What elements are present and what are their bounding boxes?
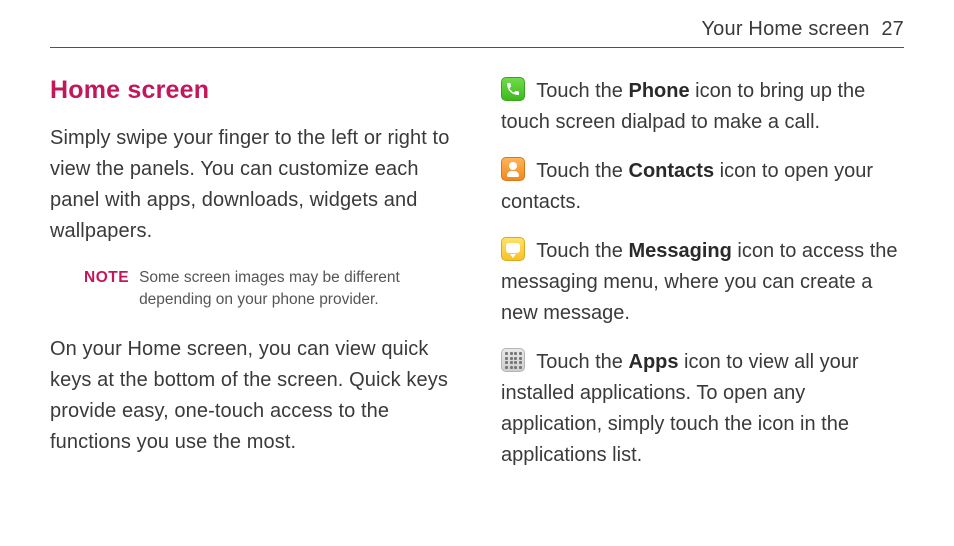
entry-text-lead: Touch the bbox=[536, 240, 628, 262]
entry-text-bold: Contacts bbox=[629, 160, 715, 182]
left-column: Home screen Simply swipe your finger to … bbox=[50, 76, 453, 489]
contacts-icon bbox=[501, 157, 525, 181]
entry-messaging: Touch the Messaging icon to access the m… bbox=[501, 236, 904, 329]
quickkeys-paragraph: On your Home screen, you can view quick … bbox=[50, 334, 453, 458]
page-header: Your Home screen 27 bbox=[50, 18, 904, 48]
note-text: Some screen images may be different depe… bbox=[139, 267, 453, 312]
entry-text-lead: Touch the bbox=[536, 351, 628, 373]
note-label: NOTE bbox=[84, 267, 129, 312]
entry-text-bold: Messaging bbox=[629, 240, 732, 262]
entry-text-bold: Phone bbox=[629, 80, 690, 102]
phone-icon bbox=[501, 77, 525, 101]
entry-contacts: Touch the Contacts icon to open your con… bbox=[501, 156, 904, 218]
intro-paragraph: Simply swipe your finger to the left or … bbox=[50, 123, 453, 247]
header-page-number: 27 bbox=[881, 18, 904, 40]
entry-text-lead: Touch the bbox=[536, 80, 628, 102]
section-title: Home screen bbox=[50, 76, 453, 105]
note-block: NOTE Some screen images may be different… bbox=[84, 267, 453, 312]
entry-text-lead: Touch the bbox=[536, 160, 628, 182]
entry-text-bold: Apps bbox=[629, 351, 679, 373]
content-columns: Home screen Simply swipe your finger to … bbox=[50, 76, 904, 489]
entry-phone: Touch the Phone icon to bring up the tou… bbox=[501, 76, 904, 138]
apps-icon bbox=[501, 348, 525, 372]
messaging-icon bbox=[501, 237, 525, 261]
right-column: Touch the Phone icon to bring up the tou… bbox=[501, 76, 904, 489]
entry-apps: Touch the Apps icon to view all your ins… bbox=[501, 347, 904, 471]
header-section: Your Home screen bbox=[701, 18, 869, 40]
